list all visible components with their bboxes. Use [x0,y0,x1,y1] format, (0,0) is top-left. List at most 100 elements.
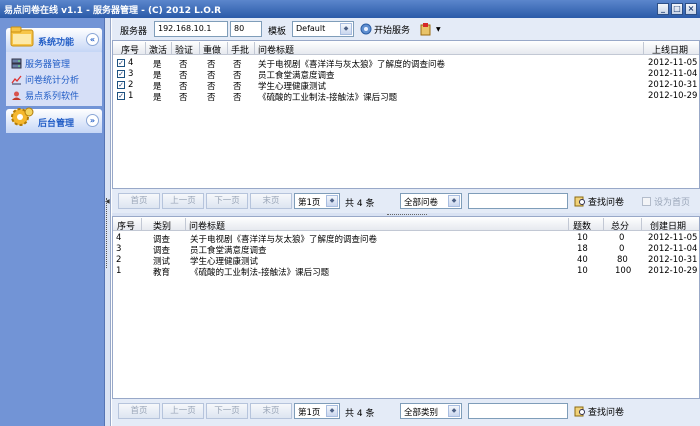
online-surveys-table: 序号 激活 验证 重做 手批 问卷标题 上线日期 ✓ 4 是 否 否 否 关于电… [112,40,700,189]
dropdown-arrow-icon: ◆ [326,405,338,417]
table-row[interactable]: 3 调查 员工食堂满意度调查 18 0 2012-11-04 [113,244,699,256]
table-row[interactable]: ✓ 3 是 否 否 否 员工食堂满意度调查 2012-11-04 [113,69,699,81]
folder-icon [10,26,34,47]
find-icon [574,406,585,417]
row-checkbox[interactable]: ✓ [117,81,125,89]
last-page-button[interactable]: 末页 [250,193,292,209]
backend-management-group: 后台管理 » [6,107,102,133]
page-select[interactable]: 第1页 ◆ [294,403,340,419]
cell-no: 3 [116,244,122,254]
collapse-chevron-icon[interactable]: « [86,33,99,46]
table-header: 序号 类别 问卷标题 题数 总分 创建日期 [113,217,699,232]
table-row[interactable]: 4 调查 关于电视剧《喜洋洋与灰太狼》了解度的调查问卷 10 0 2012-11… [113,233,699,245]
col-title[interactable]: 问卷标题 [258,43,294,56]
cell-category: 教育 [153,268,171,278]
set-homepage-label: 设为首页 [654,198,691,208]
table-body: 4 调查 关于电视剧《喜洋洋与灰太狼》了解度的调查问卷 10 0 2012-11… [113,231,699,278]
col-no[interactable]: 序号 [117,219,135,232]
table-row[interactable]: ✓ 2 是 否 否 否 学生心理健康测试 2012-10-31 [113,80,699,92]
first-page-button[interactable]: 首页 [118,403,160,419]
cell-title: 《硫酸的工业制法-接触法》课后习题 [258,93,398,103]
expand-chevron-icon[interactable]: » [86,114,99,127]
category-filter-select[interactable]: 全部类别 ◆ [400,403,462,419]
dropdown-arrow-icon: ◆ [448,195,460,207]
table-row[interactable]: ✓ 1 是 否 否 否 《硫酸的工业制法-接触法》课后习题 2012-10-29 [113,91,699,103]
page-value: 第1页 [298,408,321,418]
last-page-button[interactable]: 末页 [250,403,292,419]
window-title: 易点问卷在线 v1.1 - 服务器管理 - (C) 2012 L.O.R [4,6,222,16]
software-icon [12,91,21,100]
system-functions-title: 系统功能 [38,38,75,48]
chart-icon [11,75,22,84]
template-value: Default [296,24,326,33]
cell-question-count: 10 [577,233,588,243]
col-redo[interactable]: 重做 [203,43,221,56]
set-homepage-checkbox[interactable]: 设为首页 [642,195,690,208]
survey-filter-select[interactable]: 全部问卷 ◆ [400,193,462,209]
template-select[interactable]: Default ◆ [292,21,354,37]
col-no[interactable]: 序号 [121,43,139,56]
find-survey-button[interactable]: 查找问卷 [574,403,624,419]
cell-no: 1 [116,266,122,276]
next-page-button[interactable]: 下一页 [206,403,248,419]
dropdown-arrow-icon: ◆ [448,405,460,417]
close-button[interactable]: × [685,3,697,15]
minimize-button[interactable]: _ [657,3,669,15]
cell-no: 1 [128,91,134,101]
tools-menu-button[interactable]: ▼ [420,21,441,37]
col-manual[interactable]: 手批 [231,43,249,56]
col-title[interactable]: 问卷标题 [189,219,225,232]
row-checkbox[interactable]: ✓ [117,70,125,78]
page-select[interactable]: 第1页 ◆ [294,193,340,209]
col-verify[interactable]: 验证 [175,43,193,56]
cell-total-score: 0 [619,233,625,243]
checkbox-box[interactable] [642,197,651,206]
cell-date: 2012-11-04 [648,69,698,79]
system-functions-group: 系统功能 « 服务器管理 问卷统计分析 易点系列软件 [6,26,102,106]
table-row[interactable]: 2 测试 学生心理健康测试 40 80 2012-10-31 [113,255,699,267]
prev-page-button[interactable]: 上一页 [162,403,204,419]
table-row[interactable]: 1 教育 《硫酸的工业制法-接触法》课后习题 10 100 2012-10-29 [113,266,699,278]
row-checkbox[interactable]: ✓ [117,92,125,100]
port-input[interactable]: 80 [230,21,262,37]
system-functions-list: 服务器管理 问卷统计分析 易点系列软件 [6,52,102,106]
sidebar-item-survey-statistics[interactable]: 问卷统计分析 [11,71,102,87]
col-created-date[interactable]: 创建日期 [650,219,686,232]
find-icon [574,196,585,207]
cell-no: 4 [116,233,122,243]
bank-pager: 首页 上一页 下一页 末页 第1页 ◆ 共 4 条 全部类别 ◆ 查找问卷 [112,400,700,422]
sidebar-item-series-software[interactable]: 易点系列软件 [11,87,102,103]
server-ip-input[interactable]: 192.168.10.1 [154,21,228,37]
system-functions-header[interactable]: 系统功能 « [6,26,102,52]
table-row[interactable]: ✓ 4 是 否 否 否 关于电视剧《喜洋洋与灰太狼》了解度的调查问卷 2012-… [113,58,699,70]
cell-no: 2 [128,80,134,90]
start-service-button[interactable]: 开始服务 [360,21,410,37]
cell-total-score: 80 [617,255,628,265]
search-input[interactable] [468,403,568,419]
search-input[interactable] [468,193,568,209]
cell-no: 3 [128,69,134,79]
cell-question-count: 40 [577,255,588,265]
col-total-score[interactable]: 总分 [611,219,629,232]
backend-management-header[interactable]: 后台管理 » [6,107,102,133]
vertical-splitter[interactable]: ◀ [105,18,111,426]
col-online-date[interactable]: 上线日期 [652,43,688,56]
cell-date: 2012-10-31 [648,80,698,90]
prev-page-button[interactable]: 上一页 [162,193,204,209]
maximize-button[interactable]: □ [671,3,683,15]
find-survey-button[interactable]: 查找问卷 [574,193,624,209]
cell-no: 4 [128,58,134,68]
sidebar-item-server-management[interactable]: 服务器管理 [11,55,102,71]
col-active[interactable]: 激活 [149,43,167,56]
row-checkbox[interactable]: ✓ [117,59,125,67]
col-question-count[interactable]: 题数 [573,219,591,232]
next-page-button[interactable]: 下一页 [206,193,248,209]
dropdown-arrow-icon: ◆ [326,195,338,207]
sidebar-item-label: 易点系列软件 [25,91,80,102]
server-toolbar: 服务器 192.168.10.1 80 模板 Default ◆ 开始服务 ▼ [112,18,700,40]
template-label: 模板 [268,27,287,37]
cell-manual: 否 [233,93,242,103]
cell-total-score: 0 [619,244,625,254]
col-category[interactable]: 类别 [153,219,171,232]
first-page-button[interactable]: 首页 [118,193,160,209]
